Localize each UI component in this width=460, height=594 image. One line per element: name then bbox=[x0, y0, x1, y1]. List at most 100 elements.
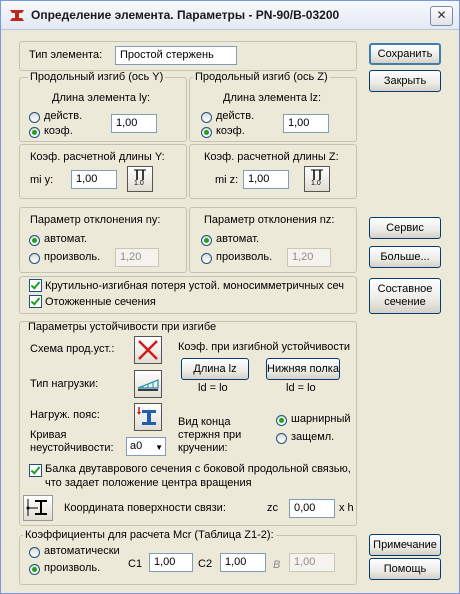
b-field[interactable]: 1,00 bbox=[289, 553, 335, 572]
deviation-z-auto-label: автомат. bbox=[216, 233, 260, 245]
mi-z-field[interactable]: 1,00 bbox=[243, 170, 289, 189]
mcr-auto-label: автоматически bbox=[44, 545, 120, 557]
triangular-load-icon bbox=[137, 379, 159, 391]
buckling-z-length-label: Длина элемента lz: bbox=[223, 92, 322, 104]
help-button[interactable]: Помощь bbox=[369, 558, 441, 580]
load-belt-button[interactable] bbox=[134, 403, 162, 431]
close-icon: ✕ bbox=[436, 8, 447, 22]
composite-section-label-line2: сечение bbox=[384, 296, 426, 308]
curve-label-line1: Кривая bbox=[30, 429, 67, 441]
c1-field[interactable]: 1,00 bbox=[149, 553, 193, 572]
composite-section-label-line1: Составное bbox=[377, 283, 433, 295]
lt-coef-heading: Коэф. при изгибной устойчивости bbox=[178, 341, 351, 353]
deviation-y-auto-radio[interactable] bbox=[29, 235, 40, 246]
more-button[interactable]: Больше... bbox=[369, 246, 441, 268]
buckling-z-coef-label: коэф. bbox=[216, 125, 245, 137]
coef-z-heading: Коэф. расчетной длины Z: bbox=[204, 151, 339, 163]
coef-y-picker-button[interactable]: 1.0 bbox=[127, 166, 153, 192]
buckling-y-length-label: Длина элемента ly: bbox=[52, 92, 151, 104]
load-type-label: Тип нагрузки: bbox=[30, 378, 99, 390]
buckling-y-heading: Продольный изгиб (ось Y) bbox=[28, 71, 166, 83]
composite-section-button[interactable]: Составное сечение bbox=[369, 278, 441, 314]
deviation-y-custom-radio[interactable] bbox=[29, 253, 40, 264]
coef-z-picker-button[interactable]: 1.0 bbox=[304, 166, 330, 192]
buckling-z-group bbox=[189, 77, 357, 142]
mi-y-field[interactable]: 1,00 bbox=[71, 170, 117, 189]
deviation-y-heading: Параметр отклонения ny: bbox=[30, 214, 161, 226]
c2-field[interactable]: 1,00 bbox=[220, 553, 266, 572]
column-length-icon bbox=[134, 169, 146, 180]
buckling-z-actual-radio[interactable] bbox=[201, 112, 212, 123]
title-bar[interactable]: Определение элемента. Параметры - PN-90/… bbox=[1, 1, 459, 30]
buckling-z-value-field[interactable]: 1,00 bbox=[283, 114, 329, 133]
zc-label: zc bbox=[267, 502, 278, 514]
deviation-z-custom-label: произволь. bbox=[216, 251, 273, 263]
column-length-icon bbox=[311, 169, 323, 180]
length-lz-button[interactable]: Длина lz bbox=[181, 358, 249, 380]
annealed-label: Отожженные сечения bbox=[45, 296, 156, 308]
app-icon bbox=[10, 10, 24, 21]
brace-coordinate-button[interactable] bbox=[23, 495, 53, 521]
dialog-window: Определение элемента. Параметры - PN-90/… bbox=[0, 0, 460, 594]
lateral-brace-label-line2: что задает положение центра вращения bbox=[45, 477, 252, 489]
lateral-brace-label-line1: Балка двутаврового сечения с боковой про… bbox=[45, 463, 351, 475]
close-button[interactable]: Закрыть bbox=[369, 70, 441, 92]
deviation-y-auto-label: автомат. bbox=[44, 233, 88, 245]
c1-label: C1 bbox=[128, 558, 143, 570]
mcr-heading: Коэффициенты для расчета Mcr (Таблица Z1… bbox=[23, 529, 276, 541]
coef-y-icon-value: 1.0 bbox=[134, 180, 144, 187]
end-type-label-line1: Вид конца bbox=[178, 416, 231, 428]
end-fixed-radio[interactable] bbox=[276, 433, 287, 444]
load-belt-label: Нагруж. пояс: bbox=[30, 409, 100, 421]
curve-select[interactable]: a0 ▼ bbox=[126, 437, 166, 456]
annealed-checkbox[interactable] bbox=[29, 295, 42, 308]
buckling-y-actual-radio[interactable] bbox=[29, 112, 40, 123]
load-type-button[interactable] bbox=[134, 370, 162, 398]
buckling-z-actual-label: действ. bbox=[216, 110, 255, 122]
lower-flange-button[interactable]: Нижняя полка bbox=[266, 358, 340, 380]
element-type-label: Тип элемента: bbox=[29, 49, 103, 61]
torsional-label: Крутильно-изгибная потеря устой. моносим… bbox=[45, 280, 344, 292]
c2-label: C2 bbox=[198, 558, 213, 570]
ld-left-label: ld = lo bbox=[198, 382, 228, 394]
buckling-y-value-field[interactable]: 1,00 bbox=[111, 114, 157, 133]
end-pinned-label: шарнирный bbox=[291, 413, 351, 425]
coef-z-mi-label: mi z: bbox=[215, 174, 239, 186]
end-type-label-line3: кручении: bbox=[178, 442, 228, 454]
save-button[interactable]: Сохранить bbox=[369, 43, 441, 65]
buckling-y-coef-label: коэф. bbox=[44, 125, 73, 137]
curve-label-line2: неустойчивости: bbox=[30, 442, 114, 454]
torsional-checkbox[interactable] bbox=[29, 279, 42, 292]
coef-y-mi-label: mi y: bbox=[30, 174, 54, 186]
note-button[interactable]: Примечание bbox=[369, 534, 441, 556]
end-pinned-radio[interactable] bbox=[276, 415, 287, 426]
deviation-z-value-field[interactable]: 1,20 bbox=[287, 248, 331, 267]
service-button[interactable]: Сервис bbox=[369, 217, 441, 239]
lateral-brace-checkbox[interactable] bbox=[29, 464, 42, 477]
cross-icon bbox=[138, 340, 158, 360]
deviation-y-custom-label: произволь. bbox=[44, 251, 101, 263]
mcr-auto-radio[interactable] bbox=[29, 547, 40, 558]
buckling-y-actual-label: действ. bbox=[44, 110, 83, 122]
buckling-z-heading: Продольный изгиб (ось Z) bbox=[193, 71, 330, 83]
lt-stability-heading: Параметры устойчивости при изгибе bbox=[28, 321, 217, 333]
deviation-z-custom-radio[interactable] bbox=[201, 253, 212, 264]
zc-field[interactable]: 0,00 bbox=[289, 499, 335, 518]
scheme-label: Схема прод.уст.: bbox=[30, 343, 115, 355]
i-beam-brace-icon bbox=[26, 499, 47, 516]
coef-z-icon-value: 1.0 bbox=[311, 180, 321, 187]
deviation-z-auto-radio[interactable] bbox=[201, 235, 212, 246]
b-label: B bbox=[273, 559, 281, 571]
mcr-custom-radio[interactable] bbox=[29, 564, 40, 575]
buckling-z-coef-radio[interactable] bbox=[201, 127, 212, 138]
curve-select-value: a0 bbox=[130, 440, 143, 452]
brace-coordinate-label: Координата поверхности связи: bbox=[64, 502, 226, 514]
coef-y-heading: Коэф. расчетной длины Y: bbox=[30, 151, 165, 163]
mcr-custom-label: произволь. bbox=[44, 562, 101, 574]
zc-unit-label: x h bbox=[339, 502, 354, 514]
close-window-button[interactable]: ✕ bbox=[430, 6, 453, 26]
scheme-button[interactable] bbox=[134, 336, 162, 364]
deviation-y-value-field[interactable]: 1,20 bbox=[115, 248, 159, 267]
element-type-field[interactable]: Простой стержень bbox=[115, 46, 237, 65]
buckling-y-coef-radio[interactable] bbox=[29, 127, 40, 138]
